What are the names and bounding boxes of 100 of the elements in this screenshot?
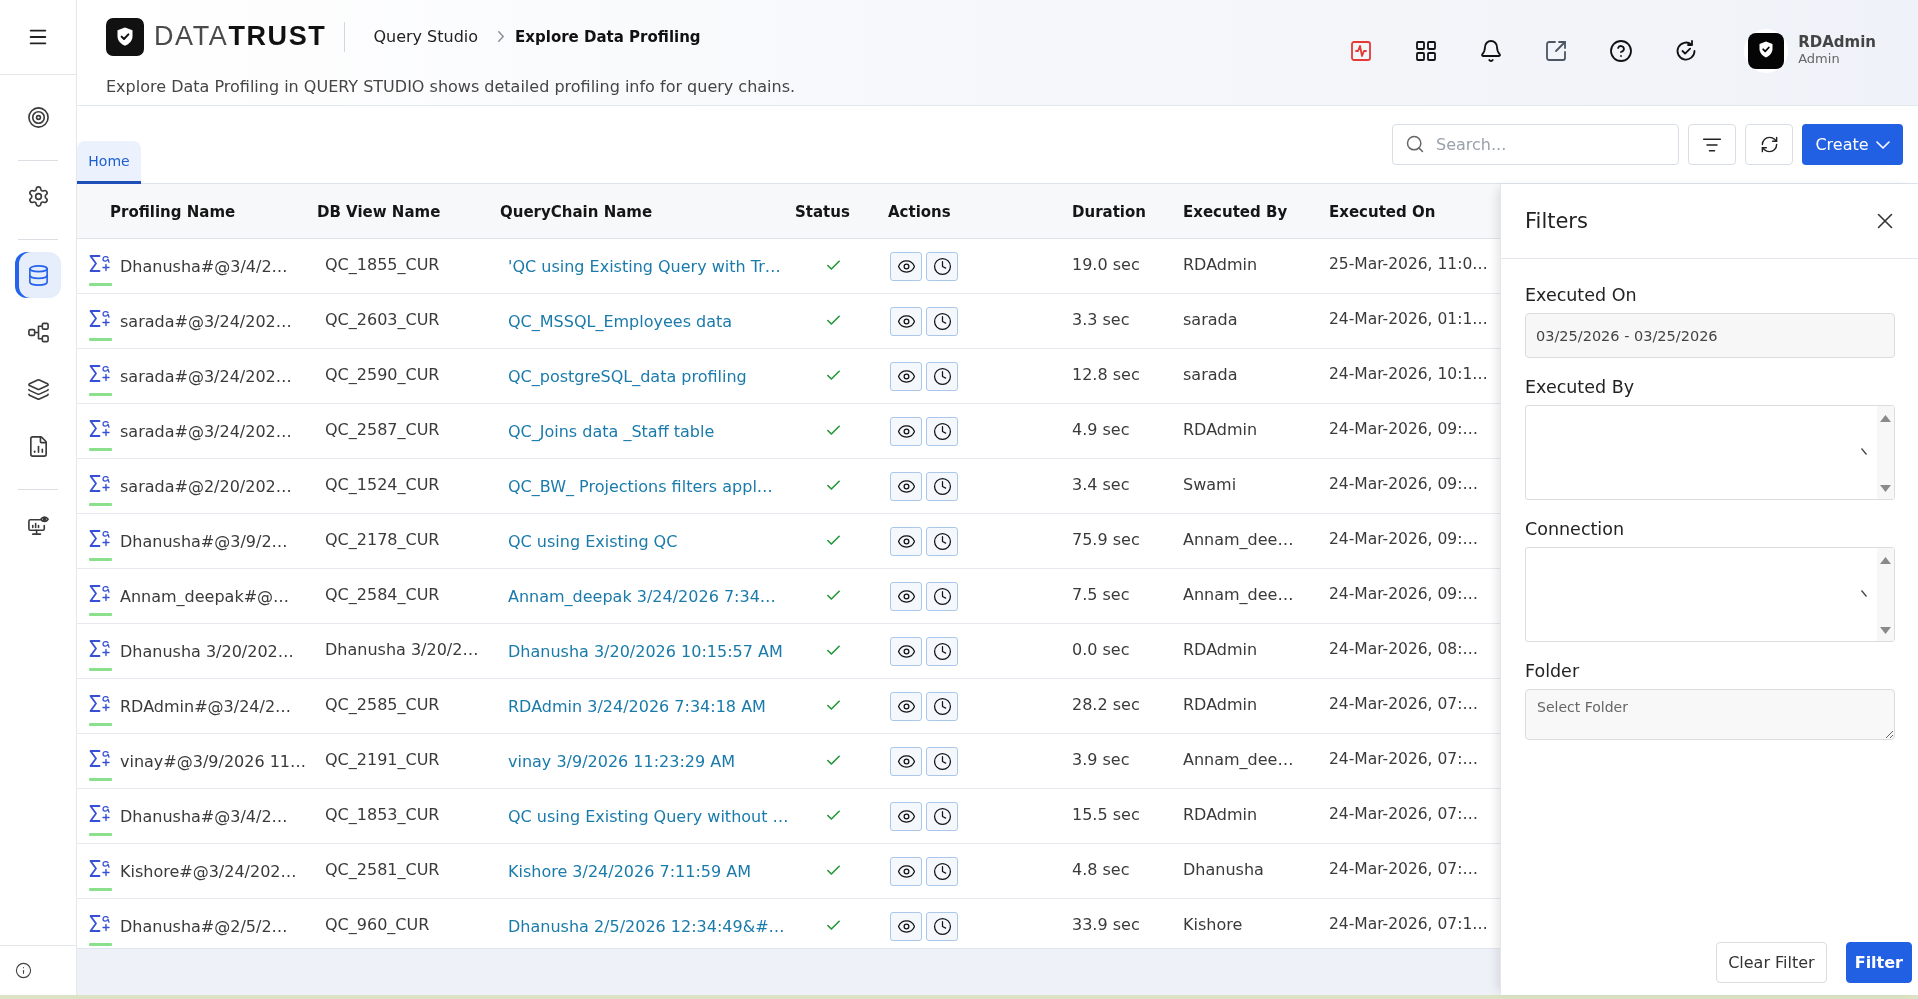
clock-icon <box>932 312 952 331</box>
history-button[interactable] <box>926 692 958 721</box>
history-button[interactable] <box>926 472 958 501</box>
db-view-name: QC_2590_CUR <box>325 365 440 384</box>
duration: 28.2 sec <box>1072 695 1140 714</box>
view-button[interactable] <box>890 527 922 556</box>
field-label: Folder <box>1525 661 1580 681</box>
scrollbar[interactable] <box>1877 548 1894 641</box>
db-view-name: QC_2585_CUR <box>325 695 440 714</box>
querychain-link[interactable]: RDAdmin 3/24/2026 7:34:18 AM <box>508 697 766 716</box>
tab[interactable]: Home <box>77 141 141 184</box>
view-button[interactable] <box>890 417 922 446</box>
scroll-down-icon[interactable] <box>1880 627 1891 634</box>
profiling-name: Annam_deepak#@… <box>120 587 290 606</box>
querychain-link[interactable]: vinay 3/9/2026 11:23:29 AM <box>508 752 736 771</box>
listbox-field[interactable] <box>1525 547 1895 642</box>
filter-apply-button[interactable]: Filter <box>1845 942 1912 983</box>
eye-icon <box>896 697 916 716</box>
db-view-name: QC_2587_CUR <box>325 420 440 439</box>
layers-icon <box>26 377 50 401</box>
history-button[interactable] <box>926 362 958 391</box>
clock-icon <box>932 367 952 386</box>
chevron-down-icon <box>1875 140 1890 149</box>
help-icon[interactable] <box>1609 38 1634 63</box>
info-icon[interactable] <box>15 962 32 979</box>
history-button[interactable] <box>926 527 958 556</box>
create-button[interactable]: Create <box>1802 124 1903 165</box>
scrollbar[interactable] <box>1877 406 1894 499</box>
view-button[interactable] <box>890 912 922 941</box>
history-button[interactable] <box>926 802 958 831</box>
history-button[interactable] <box>926 582 958 611</box>
filter-button[interactable] <box>1688 124 1736 165</box>
clock-icon <box>932 477 952 496</box>
querychain-link[interactable]: Annam_deepak 3/24/2026 7:34… <box>508 587 776 606</box>
executed-by: RDAdmin <box>1183 805 1258 824</box>
duration: 0.0 sec <box>1072 640 1130 659</box>
clear-filter-button[interactable]: Clear Filter <box>1716 942 1827 983</box>
querychain-link[interactable]: QC using Existing QC <box>508 532 678 551</box>
clock-icon <box>932 642 952 661</box>
view-button[interactable] <box>890 692 922 721</box>
querychain-link[interactable]: Kishore 3/24/2026 7:11:59 AM <box>508 862 751 881</box>
clock-icon <box>932 532 952 551</box>
date-range-field[interactable]: 03/25/2026 - 03/25/2026 <box>1525 313 1895 358</box>
querychain-link[interactable]: QC_Joins data _Staff table <box>508 422 715 441</box>
breadcrumb[interactable]: Query Studio <box>373 27 479 46</box>
querychain-link[interactable]: QC using Existing Query without … <box>508 807 789 826</box>
executed-by: Swami <box>1183 475 1237 494</box>
view-button[interactable] <box>890 307 922 336</box>
chevron-right-icon <box>498 31 505 42</box>
clock-icon <box>932 587 952 606</box>
folder-field[interactable]: Select Folder <box>1525 689 1895 740</box>
history-button[interactable] <box>926 307 958 336</box>
column-header: Actions <box>888 202 951 221</box>
refresh-button[interactable] <box>1745 124 1793 165</box>
history-button[interactable] <box>926 637 958 666</box>
scroll-up-icon[interactable] <box>1880 557 1891 564</box>
profiling-name: sarada#@3/24/202… <box>120 367 292 386</box>
querychain-link[interactable]: QC_MSSQL_Employees data <box>508 312 733 331</box>
sidebar-item[interactable] <box>15 252 61 298</box>
history-button[interactable] <box>926 747 958 776</box>
field-label: Executed On <box>1525 285 1637 305</box>
view-button[interactable] <box>890 252 922 281</box>
breadcrumb: Explore Data Profiling <box>515 27 701 46</box>
history-button[interactable] <box>926 252 958 281</box>
panel-title: Filters <box>1525 209 1588 233</box>
hierarchy-icon <box>26 320 50 344</box>
querychain-link[interactable]: QC_postgreSQL_data profiling <box>508 367 747 386</box>
view-button[interactable] <box>890 637 922 666</box>
external-link-icon[interactable] <box>1544 38 1569 63</box>
grid-icon[interactable] <box>1414 38 1439 63</box>
view-button[interactable] <box>890 747 922 776</box>
bell-icon[interactable] <box>1479 38 1504 63</box>
column-header: DB View Name <box>317 202 441 221</box>
scroll-down-icon[interactable] <box>1880 485 1891 492</box>
clock-icon <box>932 807 952 826</box>
scroll-up-icon[interactable] <box>1880 415 1891 422</box>
column-header: QueryChain Name <box>500 202 653 221</box>
history-button[interactable] <box>926 417 958 446</box>
history-button[interactable] <box>926 857 958 886</box>
querychain-link[interactable]: Dhanusha 3/20/2026 10:15:57 AM <box>508 642 783 661</box>
listbox-field[interactable] <box>1525 405 1895 500</box>
resize-grip-icon <box>1861 590 1867 597</box>
querychain-link[interactable]: 'QC using Existing Query with Tr… <box>508 257 781 276</box>
eye-icon <box>896 367 916 386</box>
clock-icon <box>932 862 952 881</box>
search-field[interactable]: Search... <box>1392 124 1679 165</box>
view-button[interactable] <box>890 472 922 501</box>
history-button[interactable] <box>926 912 958 941</box>
view-button[interactable] <box>890 857 922 886</box>
executed-on: 24-Mar-2026, 09:… <box>1329 530 1478 549</box>
view-button[interactable] <box>890 362 922 391</box>
view-button[interactable] <box>890 802 922 831</box>
querychain-link[interactable]: QC_BW_ Projections filters appl… <box>508 477 773 496</box>
shield-avatar-icon[interactable] <box>1744 28 1789 73</box>
activity-icon[interactable] <box>1349 38 1374 63</box>
executed-on: 24-Mar-2026, 10:1… <box>1329 365 1488 384</box>
querychain-link[interactable]: Dhanusha 2/5/2026 12:34:49&#… <box>508 917 785 936</box>
view-button[interactable] <box>890 582 922 611</box>
duration: 3.3 sec <box>1072 310 1130 329</box>
page-description: Explore Data Profiling in QUERY STUDIO shows detailed profiling info for query chains. <box>106 77 796 96</box>
